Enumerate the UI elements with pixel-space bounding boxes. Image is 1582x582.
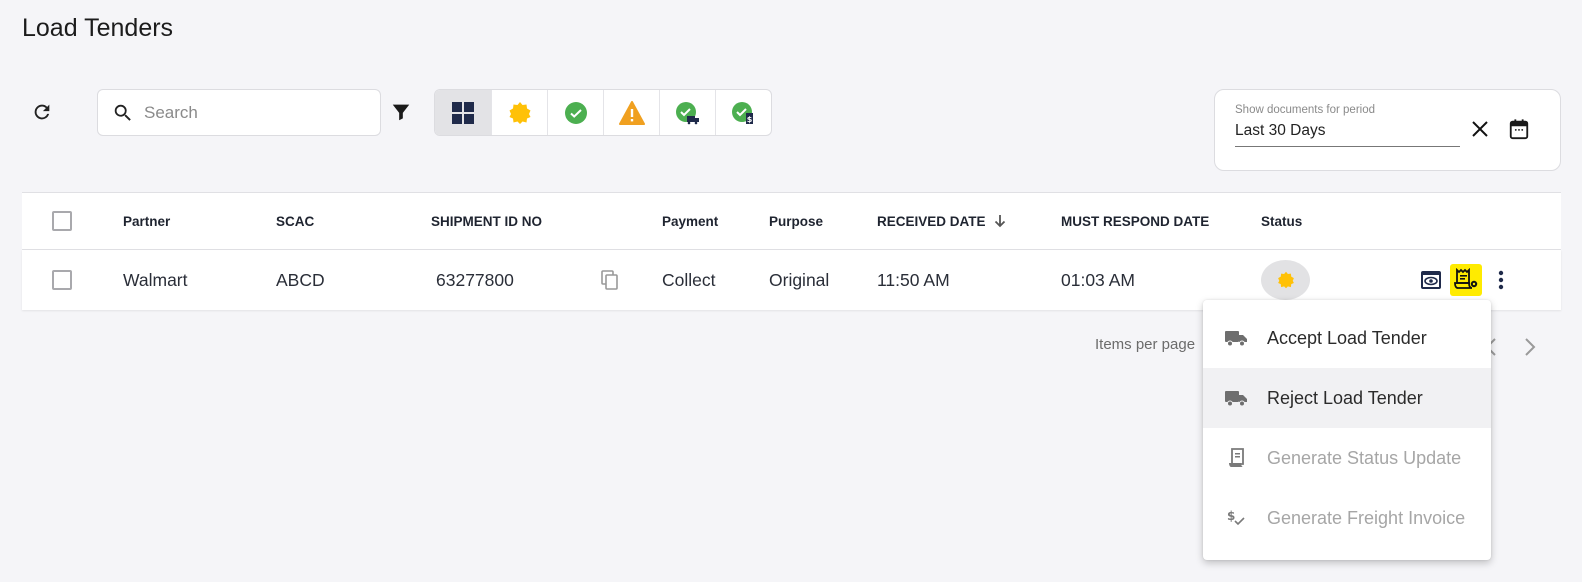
items-per-page-label: Items per page bbox=[1095, 336, 1196, 353]
row-checkbox[interactable] bbox=[52, 270, 72, 290]
cell-must-respond-date: 01:03 AM bbox=[1061, 269, 1135, 290]
chevron-right-icon bbox=[1525, 338, 1536, 356]
cell-scac: ABCD bbox=[276, 269, 325, 290]
grid-icon bbox=[452, 101, 474, 124]
view-document-button[interactable] bbox=[1418, 267, 1444, 293]
next-page-button[interactable] bbox=[1521, 336, 1539, 358]
clear-period-button[interactable] bbox=[1468, 117, 1492, 141]
check-circle-icon bbox=[564, 101, 587, 124]
status-filter-status-update[interactable] bbox=[659, 90, 715, 135]
column-header-received-date[interactable]: RECEIVED DATE bbox=[877, 193, 1008, 249]
status-filter-warning[interactable] bbox=[603, 90, 659, 135]
truck-icon bbox=[1223, 387, 1249, 409]
column-header-status[interactable]: Status bbox=[1261, 193, 1302, 249]
page-title: Load Tenders bbox=[22, 14, 174, 42]
cell-payment: Collect bbox=[662, 269, 716, 290]
cell-partner: Walmart bbox=[123, 269, 188, 290]
svg-text:$: $ bbox=[1227, 509, 1235, 523]
row-actions-menu: Accept Load Tender Reject Load Tender Ge… bbox=[1203, 300, 1491, 560]
received-date-label: RECEIVED DATE bbox=[877, 213, 986, 229]
calendar-button[interactable] bbox=[1506, 116, 1532, 142]
search-icon bbox=[114, 104, 131, 121]
menu-item-label: Generate Freight Invoice bbox=[1267, 507, 1466, 528]
svg-text:$: $ bbox=[746, 115, 752, 124]
status-filter-all[interactable] bbox=[435, 90, 491, 135]
column-header-must-respond-date[interactable]: MUST RESPOND DATE bbox=[1061, 193, 1209, 249]
menu-item-generate-status-update[interactable]: Generate Status Update bbox=[1203, 428, 1491, 488]
truck-icon bbox=[1223, 327, 1249, 349]
refresh-icon bbox=[34, 104, 50, 120]
menu-item-generate-freight-invoice[interactable]: $ Generate Freight Invoice bbox=[1203, 488, 1491, 548]
search-input[interactable] bbox=[144, 102, 364, 123]
receipt-gear-icon bbox=[1454, 268, 1478, 289]
status-filter-invoice[interactable]: $ bbox=[715, 90, 771, 135]
check-truck-icon bbox=[675, 101, 699, 124]
period-selector[interactable]: Show documents for period Last 30 Days bbox=[1214, 89, 1561, 171]
menu-item-label: Generate Status Update bbox=[1267, 447, 1462, 468]
column-header-purpose[interactable]: Purpose bbox=[769, 193, 823, 249]
cell-received-date: 11:50 AM bbox=[877, 269, 950, 290]
pending-badge-icon bbox=[509, 101, 530, 124]
sort-desc-icon bbox=[994, 215, 1005, 228]
filter-icon bbox=[392, 104, 410, 121]
period-label: Show documents for period bbox=[1235, 104, 1375, 116]
period-value[interactable]: Last 30 Days bbox=[1235, 122, 1460, 147]
column-header-partner[interactable]: Partner bbox=[123, 193, 170, 249]
eye-window-icon bbox=[1421, 271, 1441, 289]
dollar-check-icon: $ bbox=[1223, 507, 1249, 529]
column-header-scac[interactable]: SCAC bbox=[276, 193, 314, 249]
more-actions-button[interactable] bbox=[1488, 267, 1514, 293]
generate-document-button[interactable] bbox=[1450, 264, 1482, 296]
menu-item-label: Reject Load Tender bbox=[1267, 387, 1423, 408]
menu-item-accept-load-tender[interactable]: Accept Load Tender bbox=[1203, 308, 1491, 368]
cell-purpose: Original bbox=[769, 269, 830, 290]
search-field[interactable] bbox=[97, 89, 381, 136]
status-filter-group: $ bbox=[434, 89, 772, 136]
check-invoice-icon: $ bbox=[731, 101, 753, 124]
menu-item-reject-load-tender[interactable]: Reject Load Tender bbox=[1203, 368, 1491, 428]
select-all-checkbox[interactable] bbox=[52, 211, 72, 231]
calendar-icon bbox=[1509, 119, 1529, 140]
close-icon bbox=[1472, 121, 1488, 137]
receipt-icon bbox=[1223, 447, 1249, 469]
copy-icon bbox=[601, 270, 618, 290]
column-header-shipment-id[interactable]: SHIPMENT ID NO bbox=[431, 193, 542, 249]
table-header: Partner SCAC SHIPMENT ID NO Payment Purp… bbox=[22, 193, 1561, 250]
warning-icon bbox=[618, 100, 645, 125]
status-filter-accepted[interactable] bbox=[547, 90, 603, 135]
load-tenders-table: Partner SCAC SHIPMENT ID NO Payment Purp… bbox=[22, 192, 1561, 310]
refresh-button[interactable] bbox=[28, 98, 56, 126]
filter-button[interactable] bbox=[390, 100, 412, 124]
cell-shipment-id: 63277800 bbox=[436, 269, 514, 290]
column-header-payment[interactable]: Payment bbox=[662, 193, 718, 249]
copy-shipment-id-button[interactable] bbox=[601, 250, 619, 310]
menu-item-label: Accept Load Tender bbox=[1267, 327, 1427, 348]
status-filter-pending[interactable] bbox=[491, 90, 547, 135]
more-vert-icon bbox=[1498, 270, 1504, 290]
pending-badge-icon bbox=[1277, 271, 1294, 289]
status-badge[interactable] bbox=[1261, 260, 1310, 300]
